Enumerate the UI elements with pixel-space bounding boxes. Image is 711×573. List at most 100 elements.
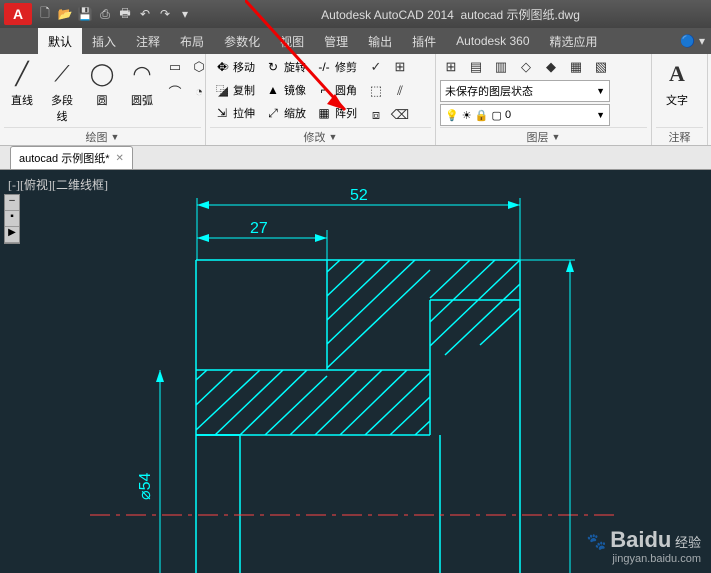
- panel-annot-title[interactable]: 注释: [656, 127, 703, 145]
- layer-btn-5[interactable]: ◆: [540, 56, 562, 78]
- layer-btn-4[interactable]: ◇: [515, 56, 537, 78]
- modify-side-2[interactable]: ⊞: [389, 56, 411, 78]
- qat-new-icon[interactable]: 🗋: [36, 5, 54, 23]
- tab-insert[interactable]: 插入: [82, 28, 126, 54]
- modify-side-1[interactable]: ✓: [365, 56, 387, 78]
- line-button[interactable]: ╱直线: [4, 56, 40, 110]
- line-icon: ╱: [6, 58, 38, 90]
- rotate-icon: ↻: [265, 60, 281, 74]
- dim-27: 27: [250, 220, 268, 237]
- watermark: 🐾 Baidu 经验 jingyan.baidu.com: [587, 527, 701, 565]
- sun-icon: ☀: [462, 109, 472, 122]
- dim-d54: ⌀54: [137, 472, 154, 500]
- layer-btn-7[interactable]: ▧: [590, 56, 612, 78]
- spline-button[interactable]: ⌒: [164, 80, 186, 102]
- trim-icon: -/-: [316, 60, 332, 74]
- layer-btn-6[interactable]: ▦: [565, 56, 587, 78]
- qat-undo-icon[interactable]: ↶: [136, 5, 154, 23]
- panel-modify: ✥移动 ↻旋转 -/-修剪 ⿻复制 ▲镜像 ⌐圆角 ⇲拉伸 ⤢缩放 ▦阵列 ✓ …: [206, 54, 436, 145]
- panel-annotation: A文字 注释: [652, 54, 708, 145]
- panel-draw-title[interactable]: 绘图▼: [4, 127, 201, 145]
- bullet-icon[interactable]: 🔵: [680, 34, 695, 48]
- hatch-2: [327, 260, 520, 368]
- chevron-down-icon[interactable]: ▾: [699, 34, 705, 48]
- ribbon-tabs: 默认 插入 注释 布局 参数化 视图 管理 输出 插件 Autodesk 360…: [0, 28, 711, 54]
- scale-icon: ⤢: [265, 106, 281, 121]
- panel-layer-title[interactable]: 图层▼: [440, 127, 647, 145]
- cad-canvas: 52 27: [0, 170, 711, 573]
- color-swatch: ▢: [491, 109, 501, 122]
- array-icon: ▦: [316, 106, 332, 120]
- qat-plot-icon[interactable]: 🖶: [116, 5, 134, 23]
- layer-current-combo[interactable]: 💡 ☀ 🔒 ▢ 0 ▼: [440, 104, 610, 126]
- trim-button[interactable]: -/-修剪: [312, 56, 361, 78]
- stretch-button[interactable]: ⇲拉伸: [210, 102, 259, 124]
- paw-icon: 🐾: [587, 534, 607, 551]
- fillet-icon: ⌐: [316, 83, 332, 97]
- tab-featured[interactable]: 精选应用: [540, 28, 608, 54]
- close-tab-icon[interactable]: ✕: [115, 153, 123, 164]
- panel-modify-title[interactable]: 修改▼: [210, 127, 431, 145]
- layer-btn-3[interactable]: ▥: [490, 56, 512, 78]
- arc-button[interactable]: ◠圆弧: [124, 56, 160, 110]
- tab-layout[interactable]: 布局: [170, 28, 214, 54]
- polyline-button[interactable]: ⟋多段线: [44, 56, 80, 126]
- title-bar: 🗋 📂 💾 ⎙ 🖶 ↶ ↷ ▾ Autodesk AutoCAD 2014 au…: [0, 0, 711, 28]
- array-button[interactable]: ▦阵列: [312, 102, 361, 124]
- tab-default[interactable]: 默认: [38, 28, 82, 54]
- copy-button[interactable]: ⿻复制: [210, 79, 259, 101]
- panel-draw: ╱直线 ⟋多段线 ◯圆 ◠圆弧 ▭ ⬡ ⬭ ⌒ ◔ ◢ 绘图▼: [0, 54, 206, 145]
- ribbon-tail: 🔵 ▾: [680, 28, 711, 54]
- tab-plugins[interactable]: 插件: [402, 28, 446, 54]
- copy-icon: ⿻: [214, 82, 230, 99]
- move-icon: ✥: [214, 60, 230, 74]
- quick-access-toolbar: 🗋 📂 💾 ⎙ 🖶 ↶ ↷ ▾: [36, 5, 194, 23]
- tab-parametric[interactable]: 参数化: [214, 28, 270, 54]
- modify-side-4[interactable]: ⫽: [389, 80, 411, 102]
- tab-annotate[interactable]: 注释: [126, 28, 170, 54]
- mirror-button[interactable]: ▲镜像: [261, 79, 310, 101]
- rectangle-button[interactable]: ▭: [164, 56, 186, 78]
- qat-save-icon[interactable]: 💾: [76, 5, 94, 23]
- tab-output[interactable]: 输出: [358, 28, 402, 54]
- layer-state-combo[interactable]: 未保存的图层状态▼: [440, 80, 610, 102]
- layer-prop-button[interactable]: ⊞: [440, 56, 462, 78]
- rotate-button[interactable]: ↻旋转: [261, 56, 310, 78]
- chevron-down-icon: ▼: [111, 132, 120, 142]
- modify-side-6[interactable]: ⌫: [389, 104, 411, 126]
- dim-52: 52: [350, 187, 368, 204]
- ribbon: ╱直线 ⟋多段线 ◯圆 ◠圆弧 ▭ ⬡ ⬭ ⌒ ◔ ◢ 绘图▼ ✥移动 ↻旋转 …: [0, 54, 711, 146]
- qat-saveas-icon[interactable]: ⎙: [96, 5, 114, 23]
- drawing-area[interactable]: [-][俯视][二维线框] – ▪ ▶ 52 27: [0, 170, 711, 573]
- qat-open-icon[interactable]: 📂: [56, 5, 74, 23]
- tab-a360[interactable]: Autodesk 360: [446, 28, 539, 54]
- bulb-icon: 💡: [445, 109, 459, 122]
- mirror-icon: ▲: [265, 83, 281, 97]
- window-title: Autodesk AutoCAD 2014 autocad 示例图纸.dwg: [194, 6, 707, 23]
- tab-view[interactable]: 视图: [270, 28, 314, 54]
- lock-icon: 🔒: [475, 109, 489, 122]
- stretch-icon: ⇲: [214, 106, 230, 120]
- circle-button[interactable]: ◯圆: [84, 56, 120, 110]
- text-button[interactable]: A文字: [656, 56, 698, 110]
- document-tab[interactable]: autocad 示例图纸* ✕: [10, 146, 133, 169]
- chevron-down-icon: ▼: [596, 110, 605, 120]
- scale-button[interactable]: ⤢缩放: [261, 102, 310, 124]
- modify-side-3[interactable]: ⬚: [365, 80, 387, 102]
- qat-dropdown-icon[interactable]: ▾: [176, 5, 194, 23]
- layer-btn-2[interactable]: ▤: [465, 56, 487, 78]
- chevron-down-icon: ▼: [552, 132, 561, 142]
- polyline-icon: ⟋: [46, 58, 78, 90]
- modify-side-buttons: ✓ ⊞ ⬚ ⫽ ⧈ ⌫: [365, 56, 411, 126]
- text-icon: A: [661, 58, 693, 90]
- fillet-button[interactable]: ⌐圆角: [312, 79, 361, 101]
- qat-redo-icon[interactable]: ↷: [156, 5, 174, 23]
- chevron-down-icon: ▼: [596, 86, 605, 96]
- move-button[interactable]: ✥移动: [210, 56, 259, 78]
- panel-layer: ⊞ ▤ ▥ ◇ ◆ ▦ ▧ 未保存的图层状态▼ 💡 ☀ 🔒 ▢ 0 ▼ 图层▼: [436, 54, 652, 145]
- tab-manage[interactable]: 管理: [314, 28, 358, 54]
- circle-icon: ◯: [86, 58, 118, 90]
- app-menu-button[interactable]: [4, 3, 32, 25]
- arc-icon: ◠: [126, 58, 158, 90]
- modify-side-5[interactable]: ⧈: [365, 104, 387, 126]
